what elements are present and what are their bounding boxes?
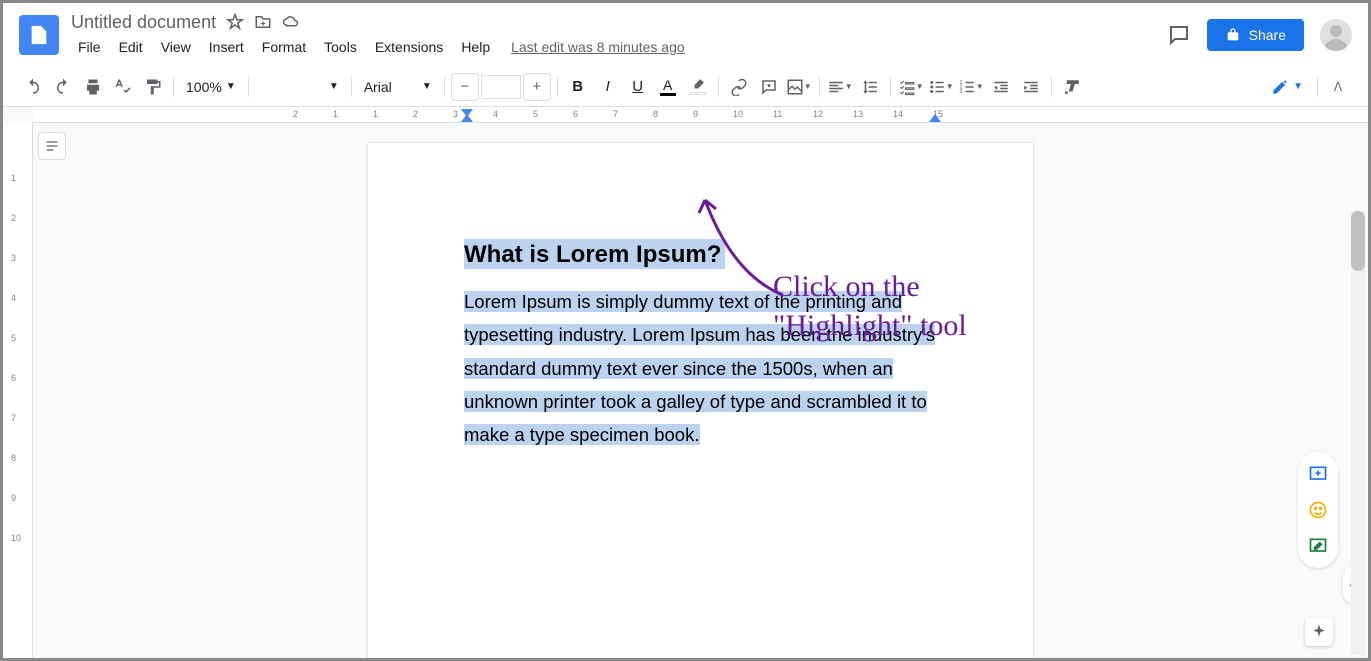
cloud-icon[interactable] xyxy=(282,13,300,31)
bold-button[interactable]: B xyxy=(564,73,592,101)
menu-view[interactable]: View xyxy=(154,35,198,59)
menu-insert[interactable]: Insert xyxy=(202,35,251,59)
vertical-scrollbar[interactable] xyxy=(1351,211,1365,655)
menu-help[interactable]: Help xyxy=(454,35,497,59)
line-spacing-button[interactable] xyxy=(856,73,884,101)
numbered-list-button[interactable]: 123▼ xyxy=(957,73,985,101)
increase-indent-button[interactable] xyxy=(1017,73,1045,101)
menu-edit[interactable]: Edit xyxy=(112,35,150,59)
expand-button[interactable]: ᐱ xyxy=(1324,73,1352,101)
menubar: File Edit View Insert Format Tools Exten… xyxy=(71,35,1167,59)
document-page[interactable]: What is Lorem Ipsum? Lorem Ipsum is simp… xyxy=(368,143,1033,658)
spellcheck-button[interactable] xyxy=(109,73,137,101)
redo-button[interactable] xyxy=(49,73,77,101)
explore-button[interactable] xyxy=(1305,618,1333,646)
checklist-button[interactable]: ▼ xyxy=(897,73,925,101)
styles-select[interactable]: ▼ xyxy=(255,81,345,92)
paint-format-button[interactable] xyxy=(139,73,167,101)
undo-button[interactable] xyxy=(19,73,47,101)
emoji-reaction-button[interactable] xyxy=(1306,498,1330,522)
star-icon[interactable] xyxy=(226,13,244,31)
docs-logo[interactable] xyxy=(19,15,59,55)
share-label: Share xyxy=(1249,27,1286,43)
italic-button[interactable]: I xyxy=(594,73,622,101)
link-button[interactable] xyxy=(725,73,753,101)
suggest-edits-button[interactable] xyxy=(1306,534,1330,558)
doc-title[interactable]: Untitled document xyxy=(71,12,216,33)
decrease-font-button[interactable]: − xyxy=(451,73,479,101)
share-button[interactable]: Share xyxy=(1207,19,1304,51)
menu-format[interactable]: Format xyxy=(255,35,313,59)
horizontal-ruler[interactable]: 21123456789101112131415 xyxy=(33,107,1368,123)
menu-extensions[interactable]: Extensions xyxy=(368,35,450,59)
vertical-ruler[interactable]: 12345678910 xyxy=(3,123,33,658)
editing-mode-button[interactable]: ▼ xyxy=(1263,74,1311,100)
document-area: 21123456789101112131415 12345678910 What… xyxy=(3,107,1368,658)
highlight-color-button[interactable] xyxy=(684,73,712,101)
decrease-indent-button[interactable] xyxy=(987,73,1015,101)
zoom-select[interactable]: 100% ▼ xyxy=(180,79,242,95)
toolbar: 100% ▼ ▼ Arial ▼ − + B I U A ▼ ▼ ▼ ▼ 123… xyxy=(3,67,1368,107)
title-area: Untitled document File Edit View Insert … xyxy=(71,12,1167,59)
increase-font-button[interactable]: + xyxy=(523,73,551,101)
doc-heading: What is Lorem Ipsum? xyxy=(464,241,721,268)
doc-body-text: Lorem Ipsum is simply dummy text of the … xyxy=(464,291,935,445)
svg-text:3: 3 xyxy=(959,89,962,95)
underline-button[interactable]: U xyxy=(624,73,652,101)
last-edit-link[interactable]: Last edit was 8 minutes ago xyxy=(511,39,685,55)
comment-history-icon[interactable] xyxy=(1167,23,1191,47)
font-select[interactable]: Arial ▼ xyxy=(358,79,438,95)
move-icon[interactable] xyxy=(254,13,272,31)
image-button[interactable]: ▼ xyxy=(785,73,813,101)
outline-toggle[interactable] xyxy=(38,132,66,160)
side-actions xyxy=(1298,452,1338,568)
avatar[interactable] xyxy=(1320,19,1352,51)
text-color-button[interactable]: A xyxy=(654,73,682,101)
add-comment-button[interactable] xyxy=(755,73,783,101)
print-button[interactable] xyxy=(79,73,107,101)
align-button[interactable]: ▼ xyxy=(826,73,854,101)
menu-tools[interactable]: Tools xyxy=(317,35,364,59)
menu-file[interactable]: File xyxy=(71,35,108,59)
titlebar: Untitled document File Edit View Insert … xyxy=(3,3,1368,67)
font-size-input[interactable] xyxy=(481,75,521,99)
bulleted-list-button[interactable]: ▼ xyxy=(927,73,955,101)
clear-formatting-button[interactable] xyxy=(1058,73,1086,101)
add-comment-side-button[interactable] xyxy=(1306,462,1330,486)
